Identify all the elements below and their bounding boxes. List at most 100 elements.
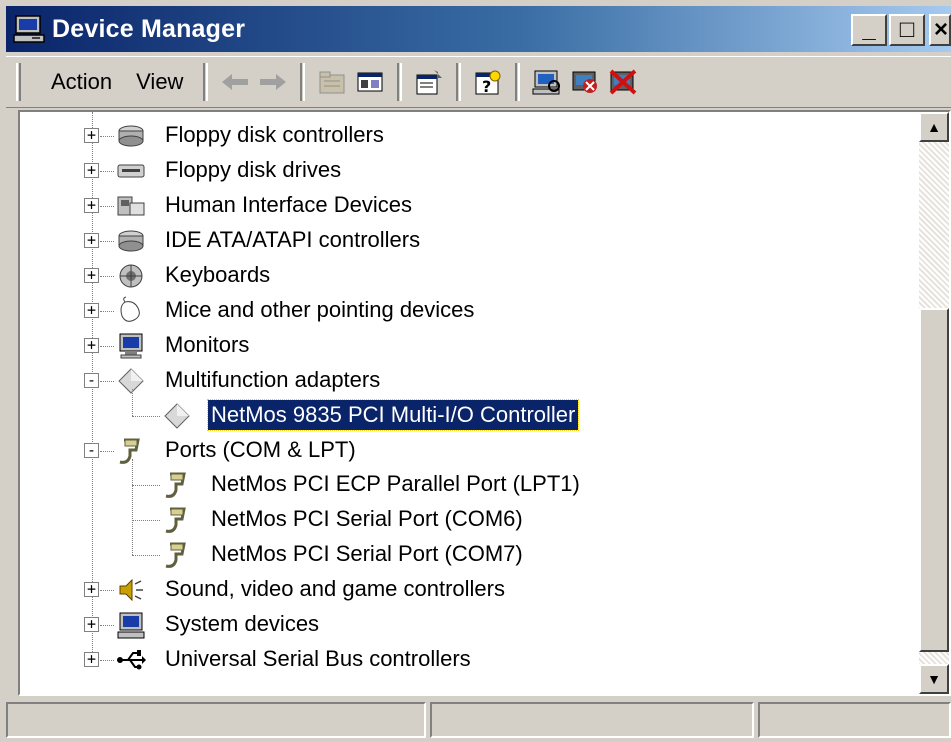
show-hide-tree-button[interactable] — [351, 63, 389, 101]
toolbar: Action View ? — [6, 56, 951, 108]
properties-icon — [416, 70, 443, 95]
port-icon — [165, 507, 186, 534]
tree-connector — [132, 415, 160, 417]
mouse-icon — [120, 296, 140, 322]
menu-action[interactable]: Action — [39, 69, 124, 95]
scan-hardware-button[interactable] — [528, 63, 566, 101]
tree-node[interactable]: + Human Interface Devices — [20, 189, 910, 223]
close-button[interactable]: × — [929, 14, 951, 46]
expand-toggle[interactable]: + — [84, 198, 99, 214]
device-tree[interactable]: + Floppy disk controllers + Floppy disk dri… — [18, 110, 951, 696]
tree-node[interactable]: + Floppy disk drives — [20, 154, 910, 188]
tree-connector — [100, 345, 114, 347]
tree-connector — [100, 136, 114, 138]
tree-node-label[interactable]: Human Interface Devices — [162, 190, 415, 220]
uninstall-button[interactable] — [604, 63, 642, 101]
tree-node[interactable]: NetMos 9835 PCI Multi-I/O Controller — [20, 398, 910, 433]
scroll-thumb[interactable] — [919, 308, 949, 652]
tree-connector — [132, 458, 133, 556]
back-button[interactable] — [216, 63, 254, 101]
sound-icon — [119, 578, 143, 602]
toolbar-grip[interactable] — [16, 63, 21, 101]
vertical-scrollbar[interactable]: ▲ ▼ — [919, 112, 949, 694]
system-device-icon — [117, 612, 145, 639]
expand-toggle[interactable]: + — [84, 163, 99, 179]
tree-connector — [100, 241, 114, 243]
toolbar-separator — [300, 63, 306, 101]
multifunction-icon — [118, 368, 144, 394]
status-pane-2 — [430, 702, 754, 738]
expand-toggle[interactable]: + — [84, 302, 99, 318]
collapse-toggle[interactable]: - — [84, 442, 99, 458]
toolbar-separator — [397, 63, 403, 101]
status-bar — [6, 698, 951, 742]
tree-connector — [132, 388, 133, 416]
tree-node-label[interactable]: NetMos PCI Serial Port (COM7) — [208, 539, 526, 569]
tree-node[interactable]: + Mice and other pointing devices — [20, 294, 910, 328]
tree-node-label[interactable]: IDE ATA/ATAPI controllers — [162, 225, 423, 255]
tree-connector — [100, 590, 114, 592]
tree-node-label[interactable]: Ports (COM & LPT) — [162, 435, 359, 465]
tree-node-label[interactable]: Universal Serial Bus controllers — [162, 644, 474, 674]
scroll-down-button[interactable]: ▼ — [919, 664, 949, 694]
expand-toggle[interactable]: + — [84, 268, 99, 284]
minimize-button[interactable]: _ — [851, 14, 887, 46]
tree-node[interactable]: + Keyboards — [20, 259, 910, 293]
tree-connector — [100, 659, 114, 661]
up-folder-icon — [319, 71, 345, 94]
tree-node[interactable]: NetMos PCI Serial Port (COM6) — [20, 503, 910, 537]
tree-node[interactable]: + Floppy disk controllers — [20, 119, 910, 153]
update-driver-icon — [572, 71, 598, 93]
expand-toggle[interactable]: + — [84, 617, 99, 633]
tree-node-label[interactable]: Multifunction adapters — [162, 365, 383, 395]
tree-node-label[interactable]: Keyboards — [162, 260, 273, 290]
show-hide-tree-icon — [357, 72, 383, 92]
tree-connector — [132, 555, 160, 557]
tree-node-label[interactable]: Floppy disk drives — [162, 155, 344, 185]
tree-connector — [100, 310, 114, 312]
svg-text:?: ? — [482, 77, 491, 96]
forward-button[interactable] — [254, 63, 292, 101]
window-title: Device Manager — [52, 14, 246, 43]
expand-toggle[interactable]: + — [84, 337, 99, 353]
tree-node-label[interactable]: Monitors — [162, 330, 252, 360]
collapse-toggle[interactable]: - — [84, 372, 99, 388]
tree-node-label[interactable]: NetMos PCI ECP Parallel Port (LPT1) — [208, 469, 583, 499]
ide-controller-icon — [118, 230, 144, 252]
tree-node[interactable]: - Ports (COM & LPT) — [20, 434, 910, 468]
tree-node-label[interactable]: Mice and other pointing devices — [162, 295, 477, 325]
scroll-up-button[interactable]: ▲ — [919, 112, 949, 142]
tree-node[interactable]: + Monitors — [20, 329, 910, 363]
tree-node-label[interactable]: Sound, video and game controllers — [162, 574, 508, 604]
expand-toggle[interactable]: + — [84, 651, 99, 667]
tree-node[interactable]: + System devices — [20, 608, 910, 642]
tree-node[interactable]: NetMos PCI Serial Port (COM7) — [20, 538, 910, 572]
tree-node-label[interactable]: NetMos PCI Serial Port (COM6) — [208, 504, 526, 534]
expand-toggle[interactable]: + — [84, 233, 99, 249]
port-icon — [165, 542, 186, 569]
properties-button[interactable] — [410, 63, 448, 101]
tree-connector — [100, 206, 114, 208]
menu-view[interactable]: View — [124, 69, 195, 95]
help-button[interactable]: ? — [469, 63, 507, 101]
tree-node[interactable]: + IDE ATA/ATAPI controllers — [20, 224, 910, 258]
tree-connector — [132, 485, 160, 487]
title-bar[interactable]: Device Manager _ □ × — [6, 6, 951, 52]
maximize-button[interactable]: □ — [889, 14, 925, 46]
computer-icon — [13, 15, 45, 43]
selected-node-label[interactable]: NetMos 9835 PCI Multi-I/O Controller — [206, 398, 580, 431]
tree-node[interactable]: + Sound, video and game controllers — [20, 573, 910, 607]
up-folder-button[interactable] — [313, 63, 351, 101]
tree-node[interactable]: NetMos PCI ECP Parallel Port (LPT1) — [20, 468, 910, 502]
expand-toggle[interactable]: + — [84, 582, 99, 598]
tree-node-label[interactable]: System devices — [162, 609, 322, 639]
back-icon — [222, 74, 249, 90]
title-buttons: _ □ × — [851, 14, 951, 46]
tree-connector — [100, 380, 114, 382]
status-pane-main — [6, 702, 426, 738]
tree-node[interactable]: - Multifunction adapters — [20, 364, 910, 398]
tree-node[interactable]: + Universal Serial Bus controllers — [20, 643, 910, 677]
tree-node-label[interactable]: Floppy disk controllers — [162, 120, 387, 150]
update-driver-button[interactable] — [566, 63, 604, 101]
expand-toggle[interactable]: + — [84, 128, 99, 144]
